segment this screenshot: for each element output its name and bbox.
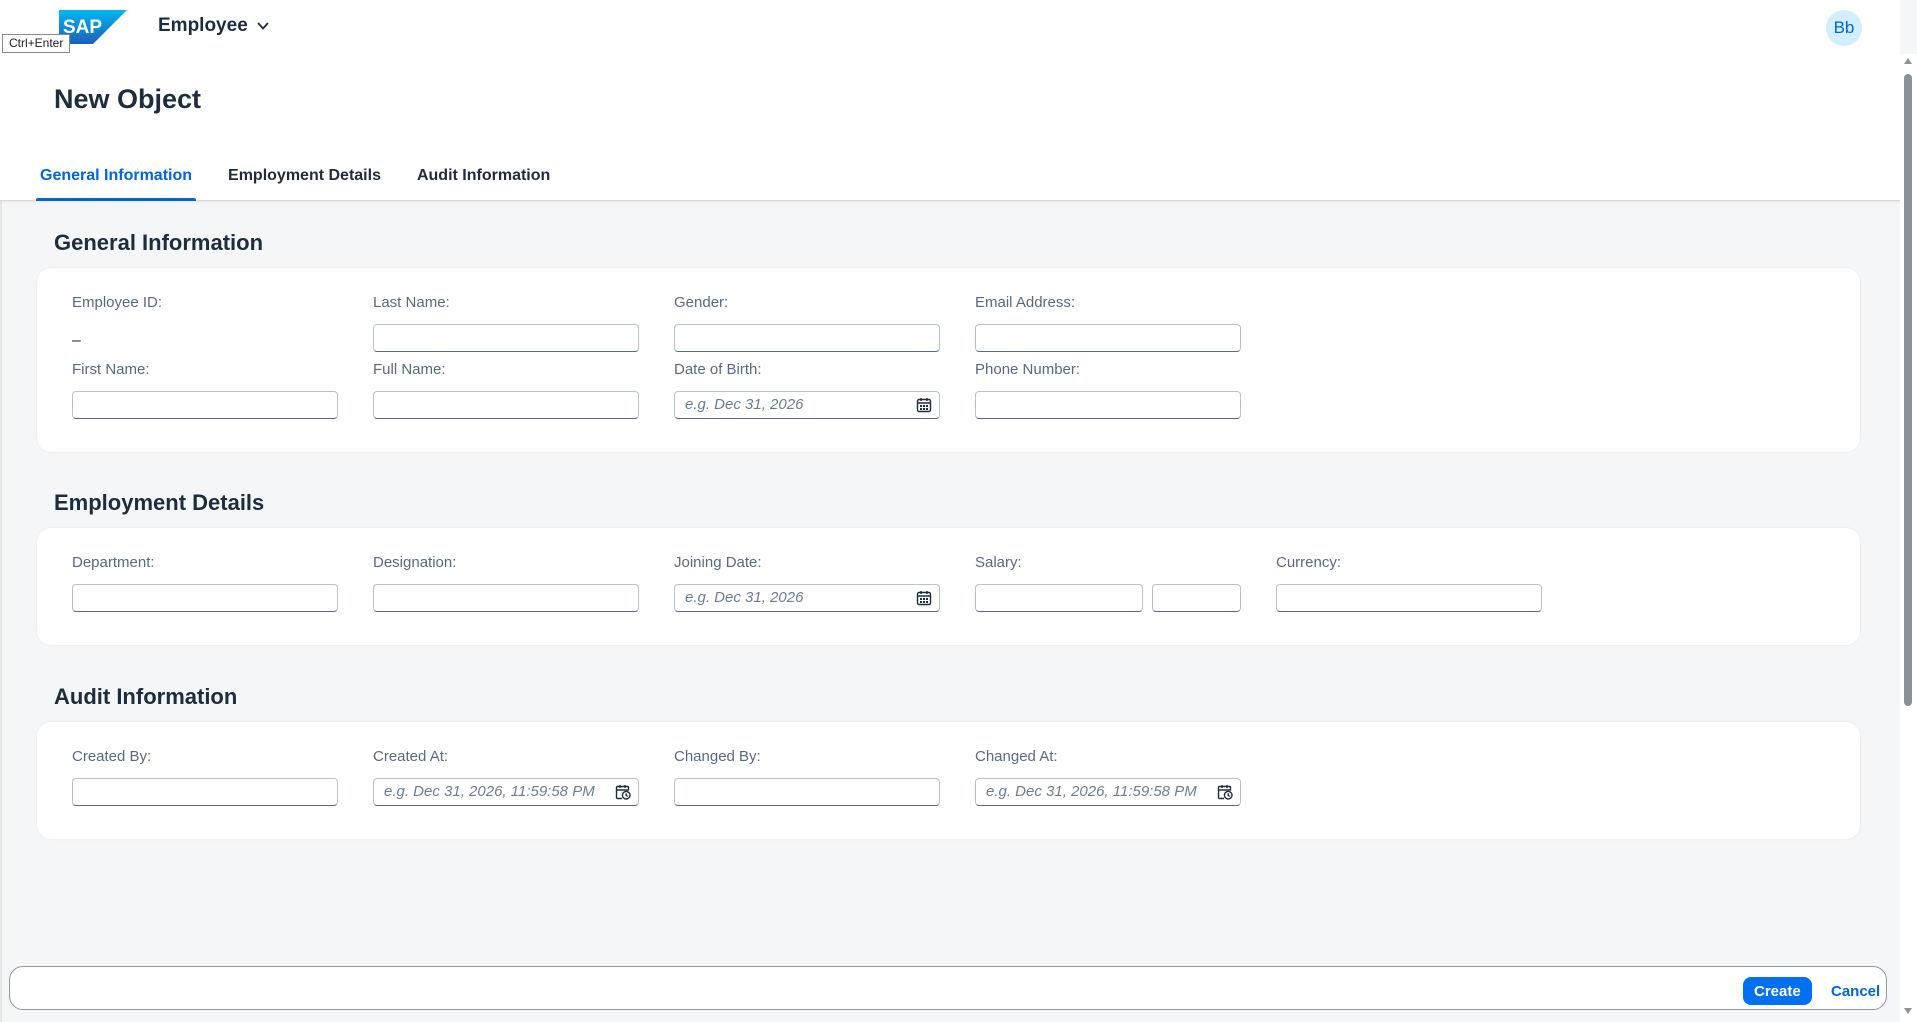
joining-date-field: Joining Date: e.g. Dec 31, 2026	[674, 554, 940, 612]
app-title-label: Employee	[158, 15, 248, 36]
general-information-card: Employee ID: – Last Name: Gender: Email …	[37, 268, 1860, 452]
gender-label: Gender:	[674, 294, 729, 311]
object-page-header: New Object General Information Employmen…	[0, 54, 1900, 201]
employee-id-label: Employee ID:	[72, 294, 163, 311]
first-name-label: First Name:	[72, 361, 150, 378]
phone-number-label: Phone Number:	[975, 361, 1081, 378]
changed-at-label: Changed At:	[975, 748, 1058, 765]
footer-toolbar: Create Cancel	[9, 966, 1887, 1010]
designation-field: Designation:	[373, 554, 639, 612]
designation-label: Designation:	[373, 554, 457, 571]
employee-id-field: Employee ID: –	[72, 294, 338, 350]
designation-input[interactable]	[373, 584, 639, 612]
email-field: Email Address:	[975, 294, 1241, 352]
first-name-input[interactable]	[72, 391, 338, 419]
department-field: Department:	[72, 554, 338, 612]
created-at-picker[interactable]: e.g. Dec 31, 2026, 11:59:58 PM	[373, 778, 639, 806]
date-of-birth-placeholder: e.g. Dec 31, 2026	[685, 396, 804, 413]
cancel-button[interactable]: Cancel	[1822, 977, 1889, 1005]
email-input[interactable]	[975, 324, 1241, 352]
currency-field: Currency:	[1276, 554, 1542, 612]
salary-amount-input[interactable]	[975, 584, 1143, 612]
full-name-input[interactable]	[373, 391, 639, 419]
section-title-employment: Employment Details	[54, 490, 265, 515]
joining-date-label: Joining Date:	[674, 554, 762, 571]
calendar-icon[interactable]	[916, 397, 932, 413]
department-label: Department:	[72, 554, 155, 571]
calendar-icon[interactable]	[916, 590, 932, 606]
first-name-field: First Name:	[72, 361, 338, 419]
scrollbar-thumb[interactable]	[1904, 74, 1912, 706]
scroll-down-arrow-icon[interactable]	[1904, 1008, 1912, 1014]
changed-by-input[interactable]	[674, 778, 940, 806]
shortcut-hint-tooltip: Ctrl+Enter	[2, 34, 71, 53]
date-of-birth-field: Date of Birth: e.g. Dec 31, 2026	[674, 361, 940, 419]
changed-at-field: Changed At: e.g. Dec 31, 2026, 11:59:58 …	[975, 748, 1241, 806]
full-name-field: Full Name:	[373, 361, 639, 419]
user-avatar[interactable]: Bb	[1826, 10, 1862, 46]
employee-id-value: –	[72, 332, 81, 349]
last-name-field: Last Name:	[373, 294, 639, 352]
anchor-tab-bar: General Information Employment Details A…	[36, 154, 582, 201]
date-time-icon[interactable]	[1217, 784, 1233, 800]
changed-at-picker[interactable]: e.g. Dec 31, 2026, 11:59:58 PM	[975, 778, 1241, 806]
created-at-field: Created At: e.g. Dec 31, 2026, 11:59:58 …	[373, 748, 639, 806]
employment-details-card: Department: Designation: Joining Date: e…	[37, 528, 1860, 645]
joining-date-placeholder: e.g. Dec 31, 2026	[685, 589, 804, 606]
joining-date-picker[interactable]: e.g. Dec 31, 2026	[674, 584, 940, 612]
gender-input[interactable]	[674, 324, 940, 352]
gender-field: Gender:	[674, 294, 940, 352]
create-button[interactable]: Create	[1743, 977, 1812, 1005]
created-by-label: Created By:	[72, 748, 152, 765]
created-at-placeholder: e.g. Dec 31, 2026, 11:59:58 PM	[384, 783, 595, 800]
date-of-birth-picker[interactable]: e.g. Dec 31, 2026	[674, 391, 940, 419]
changed-by-label: Changed By:	[674, 748, 761, 765]
app-title-menu[interactable]: Employee	[158, 15, 270, 37]
section-title-general: General Information	[54, 230, 264, 255]
created-by-field: Created By:	[72, 748, 338, 806]
changed-at-placeholder: e.g. Dec 31, 2026, 11:59:58 PM	[986, 783, 1197, 800]
date-time-icon[interactable]	[615, 784, 631, 800]
phone-number-input[interactable]	[975, 391, 1241, 419]
tab-employment-details[interactable]: Employment Details	[224, 154, 385, 198]
salary-field: Salary:	[975, 554, 1241, 612]
salary-label: Salary:	[975, 554, 1022, 571]
page-title: New Object	[54, 84, 202, 114]
department-input[interactable]	[72, 584, 338, 612]
phone-number-field: Phone Number:	[975, 361, 1241, 419]
last-name-input[interactable]	[373, 324, 639, 352]
last-name-label: Last Name:	[373, 294, 450, 311]
scroll-up-arrow-icon[interactable]	[1904, 58, 1912, 64]
created-at-label: Created At:	[373, 748, 449, 765]
section-title-audit: Audit Information	[54, 684, 238, 709]
currency-input[interactable]	[1276, 584, 1542, 612]
currency-label: Currency:	[1276, 554, 1342, 571]
tab-audit-information[interactable]: Audit Information	[413, 154, 554, 198]
changed-by-field: Changed By:	[674, 748, 940, 806]
audit-information-card: Created By: Created At: e.g. Dec 31, 202…	[37, 722, 1860, 839]
tab-general-information[interactable]: General Information	[36, 154, 197, 201]
salary-unit-input[interactable]	[1152, 584, 1241, 612]
date-of-birth-label: Date of Birth:	[674, 361, 762, 378]
created-by-input[interactable]	[72, 778, 338, 806]
full-name-label: Full Name:	[373, 361, 446, 378]
vertical-scrollbar[interactable]	[1900, 54, 1917, 1022]
chevron-down-icon	[257, 22, 269, 30]
email-label: Email Address:	[975, 294, 1076, 311]
shell-bar: SAP Ctrl+Enter Employee Bb	[0, 0, 1900, 54]
